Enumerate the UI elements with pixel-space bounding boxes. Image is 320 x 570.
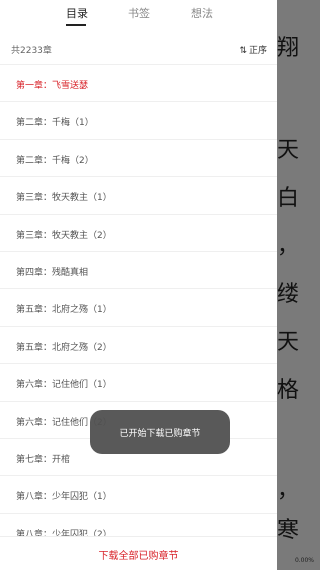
- tab-contents[interactable]: 目录: [66, 7, 88, 21]
- chapter-title: 第一章：飞雪送瑟: [16, 81, 89, 91]
- chapter-title: 第四章：残酷真相: [16, 267, 89, 278]
- chapter-item[interactable]: 第六章：记住他们（1）: [0, 363, 277, 400]
- chapter-title: 第六章：记住他们（1）: [16, 380, 112, 391]
- chapter-item[interactable]: 第二章：千梅（1）: [0, 101, 277, 138]
- chapter-list: 第一章：飞雪送瑟 第二章：千梅（1） 第二章：千梅（2） 第三章：牧天教主（1） 第三章…: [0, 64, 277, 550]
- chapter-title: 第八章：少年囚犯（1）: [16, 492, 112, 503]
- chapter-title: 第五章：北府之殇（1）: [16, 305, 112, 316]
- chapter-item[interactable]: 第八章：少年囚犯（1）: [0, 475, 277, 512]
- drawer-tabs: 目录 书签 想法: [0, 0, 277, 32]
- reader-text-char: 寒: [277, 518, 300, 543]
- chapter-item[interactable]: 第三章：牧天教主（1）: [0, 176, 277, 213]
- reader-page[interactable]: 0.00% 翔天白，缕天格，寒: [277, 0, 320, 570]
- download-all-button[interactable]: 下载全部已购章节: [0, 536, 277, 570]
- chapter-item[interactable]: 第二章：千梅（2）: [0, 138, 277, 176]
- chapter-title: 第三章：牧天教主（2）: [16, 230, 112, 241]
- chapter-item[interactable]: 第四章：残酷真相: [0, 250, 277, 288]
- toast: 已开始下载已购章节: [90, 410, 230, 454]
- chapter-title: 第二章：千梅（2）: [16, 155, 94, 166]
- tab-notes[interactable]: 想法: [191, 7, 213, 21]
- reader-text-char: ，: [277, 478, 300, 503]
- chapter-item[interactable]: 第五章：北府之殇（2）: [0, 325, 277, 363]
- reader-text-char: ，: [277, 234, 300, 259]
- chapter-title: 第七章：开棺: [16, 454, 71, 465]
- chapter-item[interactable]: 第一章：飞雪送瑟: [0, 64, 277, 101]
- chapter-count: 共2233章: [11, 46, 52, 56]
- chapter-title: 第三章：牧天教主（1）: [16, 193, 112, 204]
- chapter-title: 第五章：北府之殇（2）: [16, 342, 112, 353]
- download-label: 下载全部已购章节: [98, 551, 179, 562]
- toast-message: 已开始下载已购章节: [119, 429, 201, 439]
- sort-icon: ⇅: [239, 46, 247, 56]
- chapter-item[interactable]: 第三章：牧天教主（2）: [0, 213, 277, 251]
- active-tab-indicator: [66, 24, 86, 26]
- sort-label: 正序: [248, 46, 267, 56]
- reader-text-char: 天: [277, 330, 300, 355]
- chapter-drawer: 目录 书签 想法 共2233章 ⇅ 正序 第一章：飞雪送瑟 第二章：千梅（1） 第二章…: [0, 0, 277, 570]
- reader-text-char: 翔: [277, 36, 300, 61]
- reader-text-char: 白: [277, 186, 300, 211]
- reader-text-char: 天: [277, 138, 300, 163]
- sort-toggle[interactable]: ⇅ 正序: [239, 43, 267, 56]
- chapter-item[interactable]: 第五章：北府之殇（1）: [0, 288, 277, 325]
- reader-text-char: 格: [277, 378, 300, 403]
- chapter-summary: 共2233章 ⇅ 正序: [0, 32, 277, 64]
- chapter-title: 第二章：千梅（1）: [16, 118, 94, 129]
- reader-text-char: 缕: [277, 282, 300, 307]
- tab-bookmarks[interactable]: 书签: [128, 7, 150, 21]
- reading-progress: 0.00%: [294, 557, 314, 564]
